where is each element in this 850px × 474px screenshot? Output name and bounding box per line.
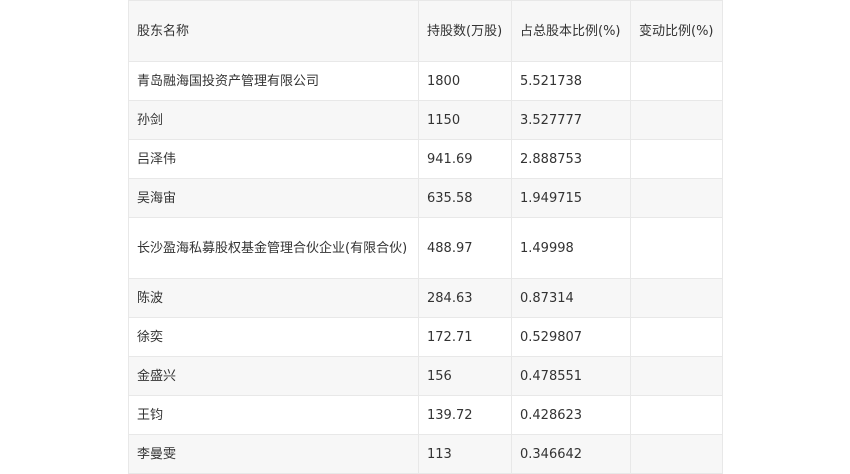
cell-change bbox=[630, 278, 723, 318]
table-row: 李曼雯 113 0.346642 bbox=[128, 434, 723, 474]
cell-name: 李曼雯 bbox=[128, 434, 419, 474]
cell-shares: 139.72 bbox=[418, 395, 512, 435]
cell-change bbox=[630, 356, 723, 396]
header-shareholder-name: 股东名称 bbox=[128, 0, 419, 62]
cell-name: 陈波 bbox=[128, 278, 419, 318]
table-row: 青岛融海国投资产管理有限公司 1800 5.521738 bbox=[128, 61, 723, 101]
cell-shares: 488.97 bbox=[418, 217, 512, 279]
cell-shares: 113 bbox=[418, 434, 512, 474]
cell-change bbox=[630, 317, 723, 357]
cell-ratio: 1.949715 bbox=[511, 178, 631, 218]
table-row: 吴海宙 635.58 1.949715 bbox=[128, 178, 723, 218]
cell-shares: 941.69 bbox=[418, 139, 512, 179]
cell-change bbox=[630, 139, 723, 179]
cell-ratio: 3.527777 bbox=[511, 100, 631, 140]
cell-change bbox=[630, 395, 723, 435]
shareholder-table: 股东名称 持股数(万股) 占总股本比例(%) 变动比例(%) 青岛融海国投资产管… bbox=[128, 0, 723, 474]
table-row: 陈波 284.63 0.87314 bbox=[128, 278, 723, 318]
cell-change bbox=[630, 61, 723, 101]
cell-change bbox=[630, 178, 723, 218]
cell-shares: 1800 bbox=[418, 61, 512, 101]
table-row: 王钧 139.72 0.428623 bbox=[128, 395, 723, 435]
cell-ratio: 0.346642 bbox=[511, 434, 631, 474]
cell-name: 长沙盈海私募股权基金管理合伙企业(有限合伙) bbox=[128, 217, 419, 279]
cell-change bbox=[630, 100, 723, 140]
cell-name: 青岛融海国投资产管理有限公司 bbox=[128, 61, 419, 101]
cell-shares: 635.58 bbox=[418, 178, 512, 218]
cell-shares: 172.71 bbox=[418, 317, 512, 357]
cell-name: 孙剑 bbox=[128, 100, 419, 140]
cell-ratio: 0.87314 bbox=[511, 278, 631, 318]
cell-name: 徐奕 bbox=[128, 317, 419, 357]
cell-name: 金盛兴 bbox=[128, 356, 419, 396]
shareholder-table-container: 股东名称 持股数(万股) 占总股本比例(%) 变动比例(%) 青岛融海国投资产管… bbox=[128, 0, 723, 474]
table-row: 吕泽伟 941.69 2.888753 bbox=[128, 139, 723, 179]
cell-change bbox=[630, 217, 723, 279]
header-shares: 持股数(万股) bbox=[418, 0, 512, 62]
cell-ratio: 0.428623 bbox=[511, 395, 631, 435]
cell-ratio: 5.521738 bbox=[511, 61, 631, 101]
table-row: 长沙盈海私募股权基金管理合伙企业(有限合伙) 488.97 1.49998 bbox=[128, 217, 723, 279]
cell-ratio: 1.49998 bbox=[511, 217, 631, 279]
header-ratio: 占总股本比例(%) bbox=[511, 0, 631, 62]
cell-shares: 284.63 bbox=[418, 278, 512, 318]
cell-ratio: 2.888753 bbox=[511, 139, 631, 179]
cell-ratio: 0.478551 bbox=[511, 356, 631, 396]
table-header-row: 股东名称 持股数(万股) 占总股本比例(%) 变动比例(%) bbox=[128, 0, 723, 62]
cell-shares: 156 bbox=[418, 356, 512, 396]
table-row: 徐奕 172.71 0.529807 bbox=[128, 317, 723, 357]
table-row: 金盛兴 156 0.478551 bbox=[128, 356, 723, 396]
cell-change bbox=[630, 434, 723, 474]
cell-name: 吕泽伟 bbox=[128, 139, 419, 179]
cell-ratio: 0.529807 bbox=[511, 317, 631, 357]
cell-name: 王钧 bbox=[128, 395, 419, 435]
cell-shares: 1150 bbox=[418, 100, 512, 140]
header-change: 变动比例(%) bbox=[630, 0, 723, 62]
table-row: 孙剑 1150 3.527777 bbox=[128, 100, 723, 140]
cell-name: 吴海宙 bbox=[128, 178, 419, 218]
